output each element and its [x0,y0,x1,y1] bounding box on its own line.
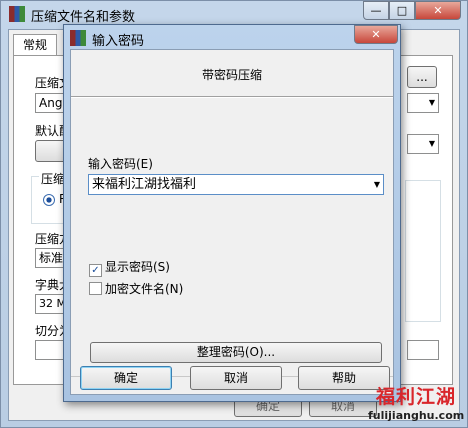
password-input[interactable]: 来福利江湖找福利 ▼ [88,174,384,195]
archive-name-dropdown-tail[interactable]: ▼ [407,93,439,113]
bg-maximize-button[interactable]: □ [389,1,415,20]
show-password-checkbox[interactable]: ✓ 显示密码(S) [89,258,170,277]
password-dialog: 输入密码 ✕ 带密码压缩 输入密码(E) 来福利江湖找福利 ▼ ✓ 显示密码(S)… [63,24,401,402]
chevron-down-icon: ▼ [428,98,435,107]
password-label: 输入密码(E) [88,157,153,171]
update-mode-dropdown-tail[interactable]: ▼ [407,134,439,154]
dialog-app-icon [70,30,86,46]
encrypt-filenames-checkbox[interactable]: 加密文件名(N) [89,280,183,297]
right-split-field[interactable] [407,340,439,360]
watermark-logo: 福利江湖 fulijianghu.com [368,382,464,426]
empty-checkbox-icon [89,282,102,295]
dialog-close-button[interactable]: ✕ [354,25,398,44]
chevron-down-icon: ▼ [428,139,435,148]
browse-button[interactable]: ... [407,66,437,88]
heading-divider [71,96,393,98]
checkmark-icon: ✓ [89,264,102,277]
dialog-title: 输入密码 [92,34,145,49]
app-icon [9,6,25,22]
format-radio[interactable] [43,194,55,206]
dialog-client: 带密码压缩 输入密码(E) 来福利江湖找福利 ▼ ✓ 显示密码(S) 加密文件名(… [70,49,394,395]
chevron-down-icon[interactable]: ▼ [374,175,380,194]
watermark-logo-text: 福利江湖 [375,386,456,408]
watermark-url: fulijianghu.com [368,409,465,422]
options-group [405,180,441,322]
dialog-heading: 带密码压缩 [201,68,262,82]
ok-button[interactable]: 确定 [80,366,172,390]
bg-minimize-button[interactable]: — [363,1,389,20]
bg-close-button[interactable]: ✕ [415,1,461,20]
organize-passwords-button[interactable]: 整理密码(O)... [90,342,382,363]
tab-general[interactable]: 常规 [13,34,57,56]
bg-window-title: 压缩文件名和参数 [31,10,136,25]
cancel-button[interactable]: 取消 [190,366,282,390]
close-icon: ✕ [371,28,381,41]
